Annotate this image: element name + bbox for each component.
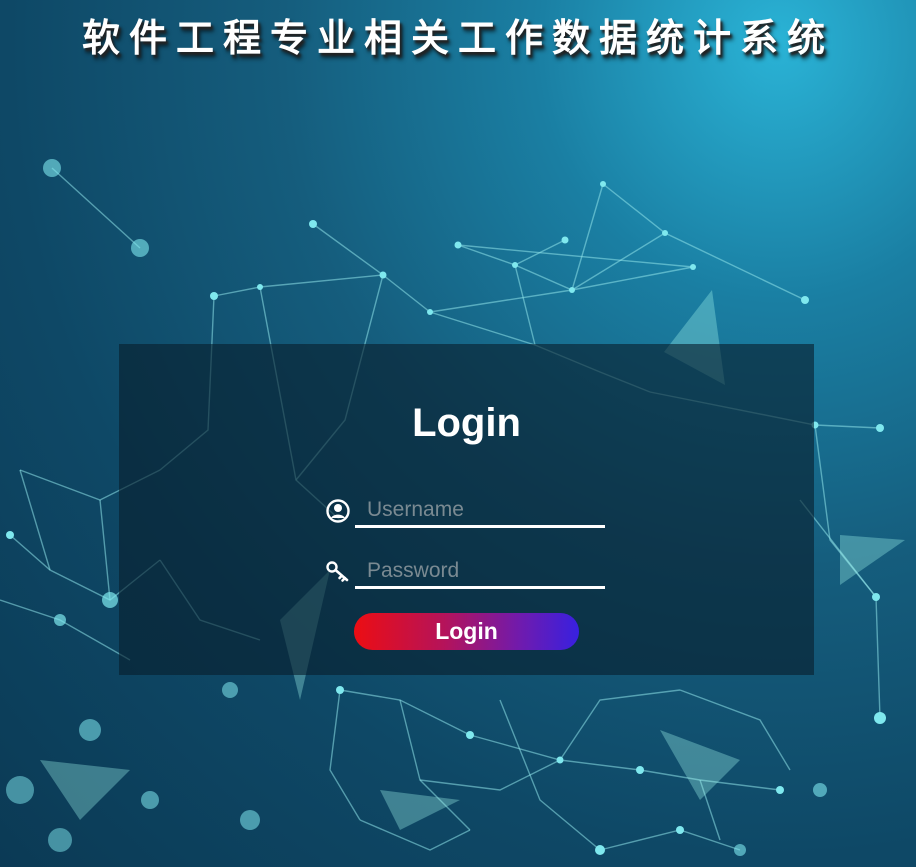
user-circle-icon xyxy=(326,499,350,523)
username-input[interactable] xyxy=(355,494,605,528)
login-button[interactable]: Login xyxy=(354,613,579,650)
password-input[interactable] xyxy=(355,555,605,589)
key-icon xyxy=(326,561,349,582)
password-field xyxy=(325,555,605,593)
login-heading: Login xyxy=(412,401,521,445)
site-title: 软件工程专业相关工作数据统计系统 xyxy=(81,16,834,60)
login-panel: Login Login xyxy=(119,344,814,675)
username-field xyxy=(325,494,605,532)
